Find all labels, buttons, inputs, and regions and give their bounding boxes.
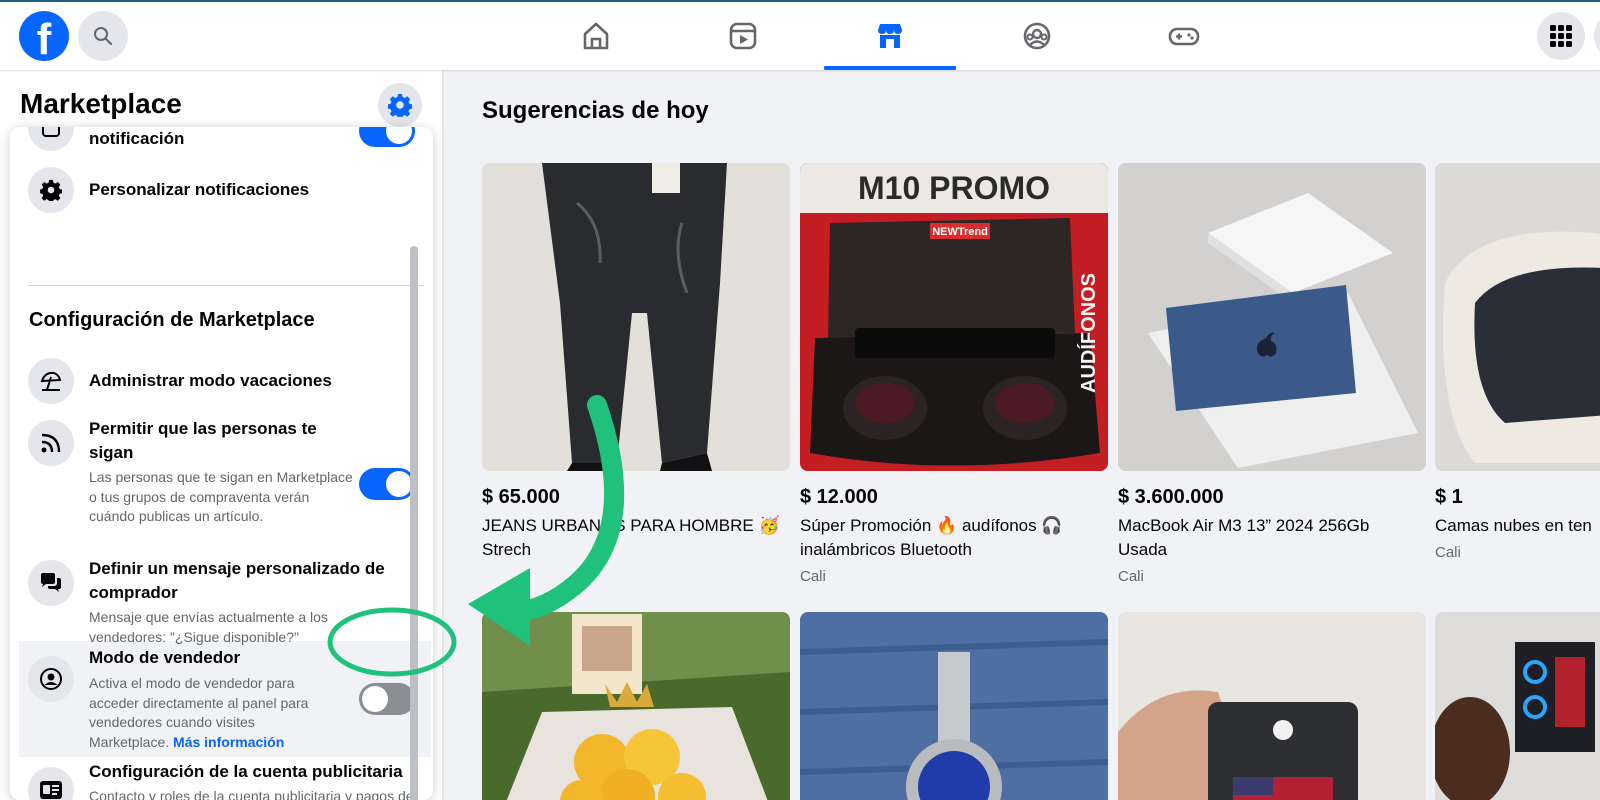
seller-mode-description: Activa el modo de vendedor para acceder … <box>89 675 309 750</box>
gear-icon <box>388 94 412 117</box>
sidebar-title: Marketplace <box>20 88 182 119</box>
brand-label: NEWTrend <box>932 226 988 238</box>
home-icon <box>583 22 609 50</box>
ad-account-settings-item[interactable]: Configuración de la cuenta publicitaria <box>89 760 419 784</box>
listing-image[interactable] <box>800 612 1108 800</box>
earbuds-photo: M10 PROMO NEWTrend AUDÍFONOS <box>800 163 1108 471</box>
gear-icon <box>40 179 62 201</box>
watch-photo <box>800 612 1108 800</box>
listing-image[interactable] <box>482 163 790 471</box>
promo-banner-text: M10 PROMO <box>858 170 1050 206</box>
listing-location: Cali <box>1435 544 1461 561</box>
buyer-message-item[interactable]: Definir un mensaje personalizado de comp… <box>89 557 409 605</box>
notification-item-icon-container <box>28 127 74 151</box>
search-icon <box>94 27 113 46</box>
more-info-link[interactable]: Más información <box>173 734 284 750</box>
listing-image[interactable]: M10 PROMO NEWTrend AUDÍFONOS <box>800 163 1108 471</box>
jeans-photo <box>482 163 790 471</box>
vacation-mode-icon-container <box>28 358 74 404</box>
gaming-icon <box>1168 27 1200 46</box>
todays-picks-title: Sugerencias de hoy <box>482 97 709 124</box>
allow-follow-description: Las personas que te sigan en Marketplace… <box>89 469 353 524</box>
ad-account-icon-container <box>28 767 74 800</box>
groups-icon <box>1023 22 1051 50</box>
rss-follow-icon <box>41 433 61 453</box>
listing-location: Cali <box>800 568 826 585</box>
gaming-pc-photo <box>1435 612 1600 800</box>
listing-price[interactable]: $ 12.000 <box>800 486 878 509</box>
marketplace-icon <box>878 24 902 48</box>
facebook-logo[interactable]: f <box>19 11 69 64</box>
tab-groups[interactable] <box>971 2 1103 70</box>
grid-menu-icon <box>1550 25 1572 47</box>
side-label: AUDÍFONOS <box>1077 273 1100 393</box>
seller-mode-item[interactable]: Modo de vendedor <box>89 646 240 670</box>
notification-item-label[interactable]: notificación <box>89 127 184 151</box>
tab-gaming[interactable] <box>1118 2 1250 70</box>
vacation-mode-item[interactable]: Administrar modo vacaciones <box>89 369 332 393</box>
ad-account-description: Contacto y roles de la cuenta publicitar… <box>89 788 417 800</box>
listing-price[interactable]: $ 3.600.000 <box>1118 486 1224 509</box>
divider <box>28 285 424 286</box>
buyer-message-description: Mensaje que envías actualmente a los ven… <box>89 609 328 645</box>
toggle-knob <box>386 127 412 144</box>
listing-price[interactable]: $ 1 <box>1435 486 1463 509</box>
chat-bubbles-icon <box>41 573 61 592</box>
customize-notifications-item[interactable]: Personalizar notificaciones <box>89 178 309 202</box>
settings-dropdown-panel: notificación Personalizar notificaciones… <box>10 127 433 800</box>
listing-image[interactable] <box>1118 163 1426 471</box>
menu-button[interactable] <box>1537 12 1585 60</box>
seller-mode-toggle[interactable] <box>359 683 415 715</box>
listing-image[interactable] <box>1435 612 1600 800</box>
ad-account-card-icon <box>40 781 62 799</box>
buyer-message-icon-container <box>28 560 74 606</box>
listing-image[interactable] <box>1118 612 1426 800</box>
settings-button[interactable] <box>378 83 422 127</box>
video-icon <box>729 22 757 50</box>
tab-video[interactable] <box>677 2 809 70</box>
marketplace-settings-header: Configuración de Marketplace <box>29 309 315 331</box>
top-navigation-bar: f <box>0 0 1600 70</box>
notification-square-icon <box>42 127 60 137</box>
listing-image[interactable] <box>482 612 790 800</box>
listing-title[interactable]: MacBook Air M3 13” 2024 256Gb Usada <box>1118 514 1418 562</box>
listing-image[interactable] <box>1435 163 1600 471</box>
notification-toggle[interactable] <box>359 127 415 147</box>
cloud-bed-photo <box>1435 163 1600 471</box>
customize-notifications-icon-container <box>28 167 74 213</box>
listing-title[interactable]: JEANS URBANOS PARA HOMBRE 🥳 Strech <box>482 514 782 562</box>
messenger-button[interactable] <box>1594 12 1600 60</box>
seller-mode-icon-container <box>28 656 74 702</box>
tab-home[interactable] <box>530 2 662 70</box>
macbook-photo <box>1118 163 1426 471</box>
toggle-knob <box>362 686 388 712</box>
webcam-cover-photo <box>1118 612 1426 800</box>
follow-icon-container <box>28 420 74 466</box>
beach-umbrella-icon <box>40 371 62 391</box>
tab-marketplace[interactable] <box>824 2 956 70</box>
listing-title[interactable]: Camas nubes en ten <box>1435 514 1600 538</box>
seller-profile-icon <box>40 668 62 690</box>
panel-scrollbar[interactable] <box>410 246 418 800</box>
flower-bouquet-photo <box>482 612 790 800</box>
allow-follow-toggle[interactable] <box>359 468 415 500</box>
listing-price[interactable]: $ 65.000 <box>482 486 560 509</box>
listing-title[interactable]: Súper Promoción 🔥 audífonos 🎧 inalámbric… <box>800 514 1100 562</box>
allow-follow-item[interactable]: Permitir que las personas te sigan <box>89 417 339 465</box>
search-button[interactable] <box>78 11 128 61</box>
listing-location: Cali <box>1118 568 1144 585</box>
toggle-knob <box>386 471 412 497</box>
marketplace-sidebar: Marketplace notificación Personalizar no… <box>0 70 442 800</box>
